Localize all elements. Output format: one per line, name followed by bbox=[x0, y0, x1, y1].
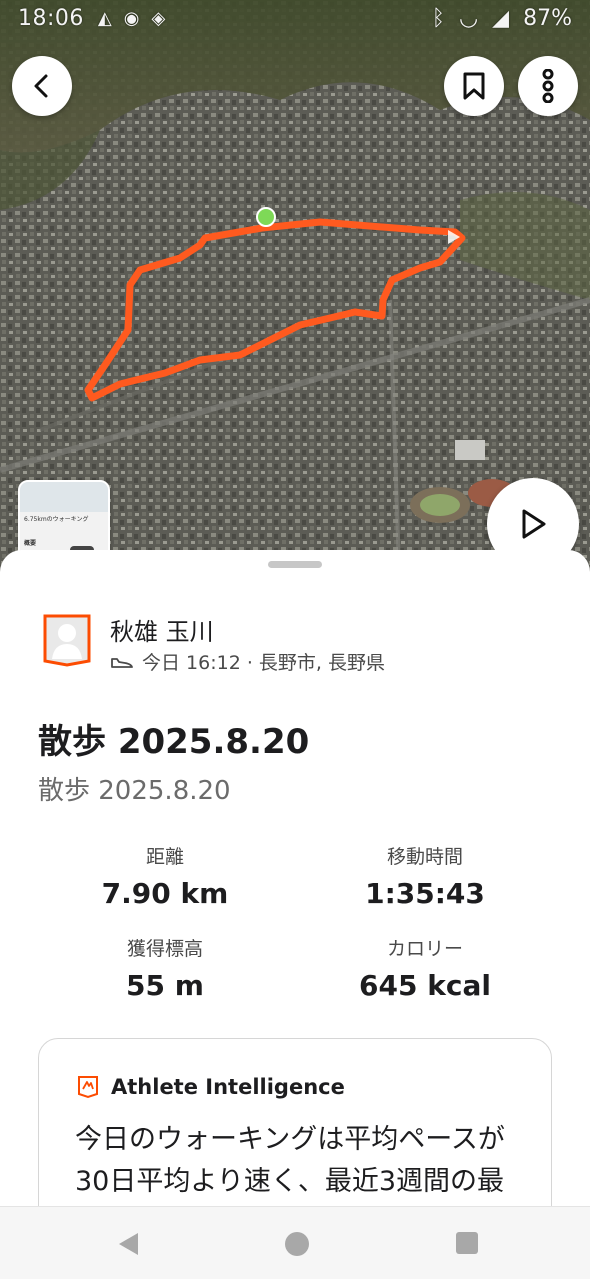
wifi-icon: ◡ bbox=[458, 5, 479, 31]
stat-label: カロリー bbox=[386, 938, 463, 960]
status-time: 18:06 bbox=[18, 5, 84, 31]
chevron-left-icon bbox=[34, 74, 48, 98]
notification-icon: ◉ bbox=[123, 7, 140, 29]
bookmark-icon bbox=[463, 72, 485, 100]
stat-value: 7.90 km bbox=[101, 877, 229, 910]
stat-label: 距離 bbox=[145, 846, 184, 868]
thumbnail-label: 概要 bbox=[24, 540, 37, 547]
athlete-name[interactable]: 秋雄 玉川 bbox=[110, 612, 214, 647]
more-vertical-icon bbox=[542, 69, 554, 103]
stat-label: 移動時間 bbox=[386, 846, 463, 868]
activity-meta: 今日 16:12 · 長野市, 長野県 bbox=[110, 648, 385, 675]
athlete-intelligence-card[interactable]: Athlete Intelligence 今日のウォーキングは平均ペースが30日… bbox=[38, 1038, 552, 1210]
stat-value: 1:35:43 bbox=[365, 877, 485, 910]
sheet-drag-handle[interactable] bbox=[268, 561, 322, 568]
nav-home-icon[interactable] bbox=[284, 1231, 310, 1257]
athlete-header[interactable]: 秋雄 玉川 今日 16:12 · 長野市, 長野県 bbox=[40, 610, 560, 674]
stat-distance: 距離 7.90 km bbox=[20, 842, 310, 910]
back-button[interactable] bbox=[12, 56, 72, 116]
thumbnail-caption: 6.75kmのウォーキング bbox=[24, 516, 89, 523]
start-marker bbox=[256, 207, 276, 227]
bluetooth-icon: ᛒ bbox=[431, 5, 445, 31]
stat-elevation: 獲得標高 55 m bbox=[20, 934, 310, 1002]
athlete-intelligence-icon bbox=[78, 1076, 98, 1099]
stat-calories: カロリー 645 kcal bbox=[280, 934, 570, 1002]
activity-title: 散歩 2025.8.20 bbox=[38, 722, 310, 762]
activity-description: 散歩 2025.8.20 bbox=[38, 776, 231, 806]
route-map[interactable]: 18:06 ◭ ◉ ◈ ᛒ ◡ ◢ 87% 6.75kmのウォーキング 概要 bbox=[0, 0, 590, 600]
stat-value: 645 kcal bbox=[359, 969, 491, 1002]
athlete-intelligence-body: 今日のウォーキングは平均ペースが30日平均より速く、最近3週間の最速のペースを記… bbox=[75, 1124, 505, 1210]
athlete-intelligence-title: Athlete Intelligence bbox=[111, 1075, 345, 1099]
avatar[interactable] bbox=[42, 613, 92, 667]
nav-back-icon[interactable] bbox=[116, 1231, 140, 1257]
stat-label: 獲得標高 bbox=[126, 938, 203, 960]
signal-icon: ◢ bbox=[492, 5, 510, 31]
shoe-icon bbox=[111, 657, 133, 668]
map-thumbnail-card[interactable]: 6.75kmのウォーキング 概要 bbox=[18, 480, 110, 560]
system-navigation-bar bbox=[0, 1206, 590, 1279]
activity-detail-sheet: 秋雄 玉川 今日 16:12 · 長野市, 長野県 散歩 2025.8.20 散… bbox=[0, 550, 590, 1210]
more-options-button[interactable] bbox=[518, 56, 578, 116]
stat-value: 55 m bbox=[126, 969, 204, 1002]
status-bar: 18:06 ◭ ◉ ◈ ᛒ ◡ ◢ 87% bbox=[0, 0, 590, 36]
nav-recents-icon[interactable] bbox=[455, 1231, 479, 1255]
battery-level: 87% bbox=[523, 5, 572, 31]
notification-icon: ◈ bbox=[151, 7, 166, 29]
thumbnail-map bbox=[20, 482, 108, 512]
activity-meta-text: 今日 16:12 · 長野市, 長野県 bbox=[142, 652, 385, 674]
play-icon bbox=[522, 509, 546, 539]
stat-moving-time: 移動時間 1:35:43 bbox=[280, 842, 570, 910]
notification-icon: ◭ bbox=[97, 7, 112, 29]
bookmark-button[interactable] bbox=[444, 56, 504, 116]
